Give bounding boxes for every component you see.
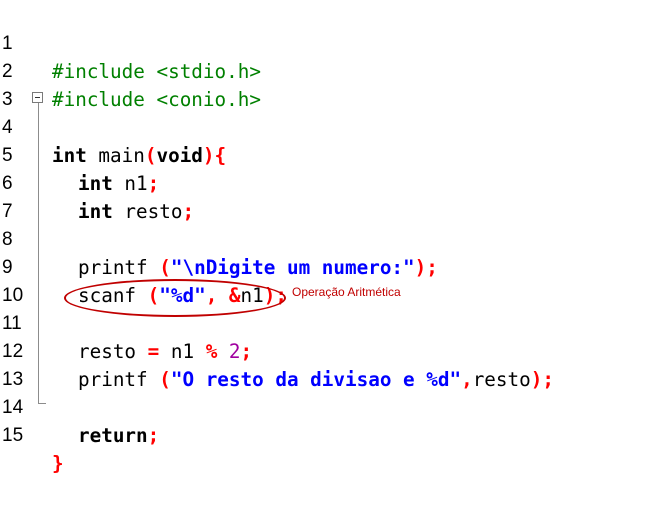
identifier: n1: [112, 172, 148, 195]
operator: );: [414, 256, 438, 279]
code-line-12[interactable]: 12 printf ("O resto da divisao e %d",res…: [0, 310, 554, 391]
code-line-3[interactable]: 3: [0, 58, 46, 110]
string-literal: "O resto da divisao e %d": [170, 368, 462, 391]
code-line-2[interactable]: 2 #include <conio.h>: [0, 30, 261, 111]
identifier: printf: [78, 368, 160, 391]
operator: %: [205, 340, 218, 363]
operator: }: [52, 452, 64, 475]
keyword: int: [78, 172, 113, 195]
operator: (: [159, 256, 171, 279]
code-line-10[interactable]: 10: [0, 254, 46, 306]
identifier: main: [86, 144, 145, 167]
identifier: resto: [472, 368, 531, 391]
preprocessor-directive: #include <stdio.h>: [52, 60, 261, 83]
code-line-1[interactable]: 1 #include <stdio.h>: [0, 2, 261, 83]
operator: ,: [461, 368, 473, 391]
fold-end-marker: [38, 403, 46, 404]
fold-collapse-icon[interactable]: [32, 92, 43, 103]
fold-guide-line: [38, 103, 39, 403]
number-literal: 2: [228, 340, 241, 363]
code-line-14[interactable]: 14 return;: [0, 366, 159, 447]
operator: (: [144, 144, 157, 167]
code-line-8[interactable]: 8 printf ("\nDigite um numero:");: [0, 198, 438, 279]
annotation-label: Operação Aritmética: [292, 285, 401, 299]
operator: ;: [147, 424, 160, 447]
code-editor[interactable]: 1 #include <stdio.h> 2 #include <conio.h…: [0, 0, 652, 475]
operator: ;: [240, 340, 253, 363]
identifier: printf: [78, 256, 160, 279]
code-line-9[interactable]: 9 scanf ("%d", &n1);: [0, 226, 287, 307]
operator: =: [147, 340, 160, 363]
code-line-13[interactable]: 13: [0, 338, 46, 390]
code-line-6[interactable]: 6 int resto;: [0, 142, 194, 223]
code-line-15[interactable]: 15 }: [0, 394, 64, 475]
code-line-11[interactable]: 11 resto = n1 % 2;: [0, 282, 252, 363]
identifier: resto: [78, 340, 148, 363]
code-line-5[interactable]: 5 int n1;: [0, 114, 159, 195]
highlight-ellipse: [64, 279, 286, 317]
operator: ){: [202, 144, 227, 167]
identifier: n1: [159, 340, 206, 363]
keyword: return: [78, 424, 148, 447]
preprocessor-directive: #include <conio.h>: [52, 88, 261, 111]
operator: ;: [147, 172, 160, 195]
string-literal: "\nDigite um numero:": [170, 256, 415, 279]
keyword: void: [156, 144, 203, 167]
identifier: resto: [112, 200, 183, 223]
operator: );: [530, 368, 554, 391]
operator: ;: [182, 200, 195, 223]
keyword: int: [52, 144, 87, 167]
line-number: 15: [2, 425, 24, 446]
keyword: int: [78, 200, 113, 223]
code-line-7[interactable]: 7: [0, 170, 46, 222]
operator: (: [159, 368, 171, 391]
